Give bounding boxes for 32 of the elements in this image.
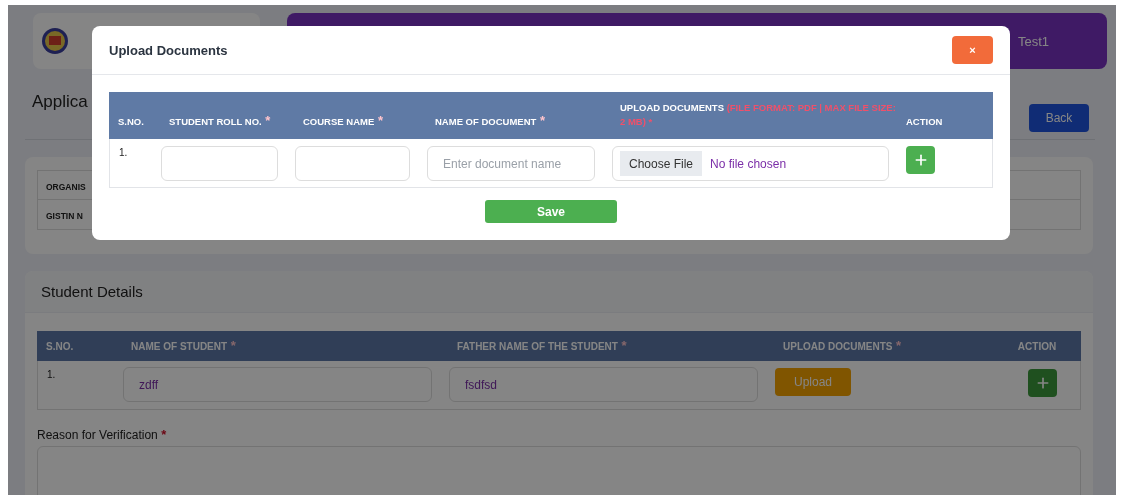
column-header: NAME OF STUDENT * (130, 340, 237, 352)
column-header: NAME OF DOCUMENT * (434, 115, 546, 129)
column-header: COURSE NAME * (302, 115, 384, 129)
column-header: ACTION (905, 115, 944, 129)
column-header: S.NO. (45, 340, 75, 352)
row-number: 1. (46, 368, 57, 380)
column-header: UPLOAD DOCUMENTS (FILE FORMAT: PDF | MAX FILE SIZE: 2 MB) * (619, 101, 897, 129)
student-name-field[interactable]: zdff (123, 367, 432, 402)
row-number: 1. (118, 146, 129, 158)
card-title: Student Details (41, 283, 143, 300)
column-header: S.NO. (117, 115, 145, 129)
choose-file-button[interactable]: Choose File (620, 151, 703, 176)
add-button[interactable] (906, 146, 935, 174)
roll-number-field[interactable] (161, 146, 278, 181)
add-button[interactable] (1028, 369, 1057, 397)
document-name-field[interactable]: Enter document name (427, 146, 595, 181)
emblem-icon (41, 27, 69, 55)
course-name-field[interactable] (295, 146, 410, 181)
father-name-field[interactable]: fsdfsd (449, 367, 758, 402)
banner-text: Test1 (1017, 33, 1049, 49)
column-header: ACTION (1016, 340, 1058, 352)
column-header: STUDENT ROLL NO. * (168, 115, 272, 129)
page-title: Applica (32, 92, 88, 112)
save-button[interactable]: Save (485, 200, 617, 223)
close-button[interactable]: × (952, 36, 993, 64)
field-label: Reason for Verification * (37, 427, 168, 442)
column-header: FATHER NAME OF THE STUDENT * (456, 340, 628, 352)
back-button[interactable]: Back (1029, 104, 1089, 132)
file-field[interactable]: Choose File No file chosen (612, 146, 889, 181)
file-status: No file chosen (710, 156, 787, 171)
column-header: UPLOAD DOCUMENTS * (782, 340, 903, 352)
dialog-title: Upload Documents (109, 42, 228, 58)
